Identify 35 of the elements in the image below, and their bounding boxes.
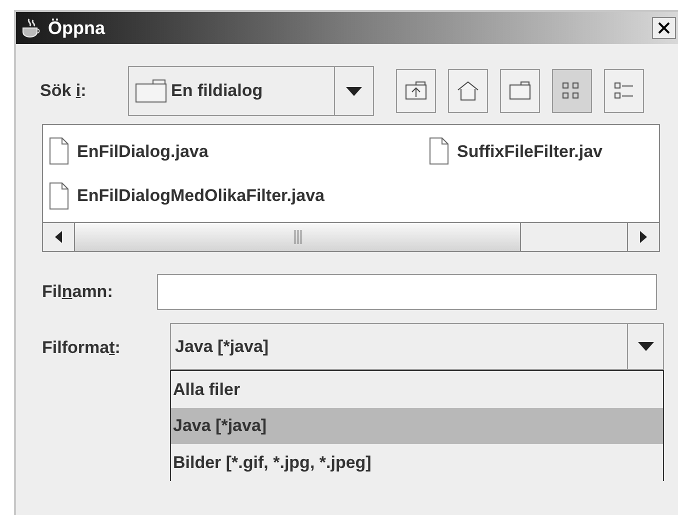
- home-icon: [456, 79, 480, 103]
- toolbar-button[interactable]: [396, 69, 436, 113]
- dropdown-option[interactable]: Bilder [*.gif, *.jpg, *.jpeg]: [171, 444, 663, 482]
- dropdown-option[interactable]: Alla filer: [171, 371, 663, 408]
- scrollbar-thumb[interactable]: [75, 223, 521, 251]
- dropdown-option[interactable]: Java [*java]: [171, 408, 663, 444]
- file-name-field[interactable]: [157, 274, 657, 310]
- caret-icon: [346, 86, 362, 96]
- grip-icon: [294, 230, 302, 244]
- coffee-cup-icon: [20, 17, 42, 39]
- file-icon: [429, 137, 449, 166]
- toolbar-button[interactable]: [604, 69, 644, 113]
- file-icon: [49, 182, 69, 210]
- caret-icon: [638, 342, 654, 351]
- close-icon: [658, 22, 670, 34]
- folder-icon: [135, 79, 167, 103]
- file-item[interactable]: EnFilDialogMedOlikaFilter.java: [77, 183, 325, 208]
- look-in-dropdown[interactable]: En fildialog: [128, 66, 374, 116]
- file-item[interactable]: SuffixFileFilter.jav: [457, 138, 602, 164]
- file-icon: [49, 137, 69, 166]
- window-title: Öppna: [48, 16, 105, 40]
- file-format-value: Java [*java]: [174, 336, 270, 358]
- toolbar-button[interactable]: [448, 69, 488, 113]
- file-item[interactable]: EnFilDialog.java: [77, 138, 208, 164]
- toolbar-button[interactable]: [500, 69, 540, 113]
- look-in-value: En fildialog: [171, 80, 263, 102]
- file-format-dropdown[interactable]: Java [*java]: [170, 323, 664, 370]
- file-format-label: Filformat:: [42, 337, 122, 359]
- left-arrow-icon: [55, 231, 62, 243]
- horizontal-scrollbar[interactable]: [43, 222, 659, 251]
- file-name-label: Filnamn:: [42, 281, 114, 304]
- look-in-label: Sök i:: [40, 80, 88, 102]
- toolbar-button[interactable]: [552, 69, 592, 113]
- right-arrow-icon: [640, 231, 647, 243]
- close-button[interactable]: [652, 17, 676, 39]
